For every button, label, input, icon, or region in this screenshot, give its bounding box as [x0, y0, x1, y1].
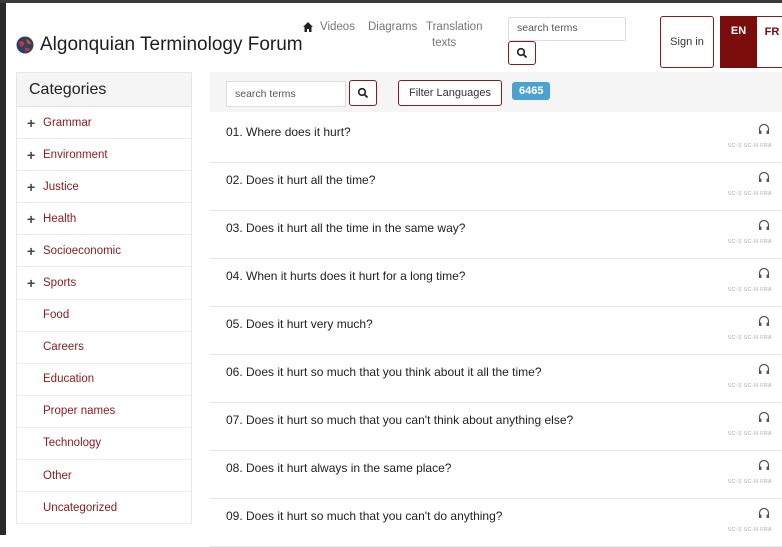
term-list-item[interactable]: 09. Does it hurt so much that you can't …: [210, 499, 782, 547]
sidebar-category-item[interactable]: + Sports: [17, 267, 191, 300]
sidebar-category-item[interactable]: + Grammar: [17, 107, 191, 140]
plus-icon[interactable]: +: [27, 147, 39, 163]
term-language-codes: SC-S SC-N FRA: [727, 143, 772, 149]
term-text[interactable]: 03. Does it hurt all the time in the sam…: [226, 221, 465, 235]
language-en-button[interactable]: EN: [720, 16, 757, 68]
plus-icon[interactable]: +: [27, 275, 39, 291]
sign-in-button[interactable]: Sign in: [660, 16, 714, 68]
headphones-icon[interactable]: [758, 459, 770, 471]
term-list-item[interactable]: 08. Does it hurt always in the same plac…: [210, 451, 782, 499]
sidebar-category-label[interactable]: Food: [43, 309, 69, 321]
site-header: Algonquian Terminology Forum Videos Diag…: [6, 3, 782, 69]
term-language-codes: SC-S SC-N FRA: [727, 287, 772, 293]
headphones-icon[interactable]: [758, 315, 770, 327]
headphones-icon[interactable]: [758, 123, 770, 135]
nav-videos[interactable]: Videos: [320, 21, 355, 33]
header-search-button[interactable]: [508, 41, 536, 65]
term-search-button[interactable]: [349, 80, 377, 106]
term-language-codes: SC-S SC-N FRA: [727, 383, 772, 389]
sidebar-category-item[interactable]: + Justice: [17, 171, 191, 204]
globe-logo-icon[interactable]: [16, 36, 34, 54]
term-list-item[interactable]: 04. When it hurts does it hurt for a lon…: [210, 259, 782, 307]
sidebar-category-label[interactable]: Technology: [43, 437, 101, 449]
headphones-icon[interactable]: [758, 219, 770, 231]
sidebar-category-label[interactable]: Uncategorized: [43, 502, 117, 514]
categories-sidebar: Categories + Grammar + Environment + Justice +…: [16, 72, 192, 525]
nav-translation-texts-line1[interactable]: Translation: [426, 21, 482, 33]
plus-icon[interactable]: +: [27, 243, 39, 259]
headphones-icon[interactable]: [758, 507, 770, 519]
search-icon: [357, 87, 369, 99]
nav-translation-texts-line2[interactable]: texts: [432, 37, 456, 49]
term-text[interactable]: 01. Where does it hurt?: [226, 125, 351, 139]
site-title[interactable]: Algonquian Terminology Forum: [40, 34, 303, 56]
headphones-icon[interactable]: [758, 171, 770, 183]
headphones-icon[interactable]: [758, 411, 770, 423]
term-list-item[interactable]: 03. Does it hurt all the time in the sam…: [210, 211, 782, 259]
sidebar-category-item[interactable]: Uncategorized: [17, 492, 191, 525]
term-text[interactable]: 04. When it hurts does it hurt for a lon…: [226, 269, 465, 283]
term-list-item[interactable]: 02. Does it hurt all the time? SC-S SC-N …: [210, 163, 782, 211]
sidebar-category-label[interactable]: Grammar: [43, 117, 92, 129]
sidebar-category-label[interactable]: Environment: [43, 149, 108, 161]
sidebar-category-label[interactable]: Justice: [43, 181, 79, 193]
term-list-item[interactable]: 01. Where does it hurt? SC-S SC-N FRA: [210, 115, 782, 163]
window-frame-left: [0, 0, 6, 535]
header-search-input[interactable]: search terms: [508, 17, 626, 41]
term-list-item[interactable]: 05. Does it hurt very much? SC-S SC-N FRA: [210, 307, 782, 355]
home-icon[interactable]: [302, 21, 314, 33]
term-text[interactable]: 09. Does it hurt so much that you can't …: [226, 509, 502, 523]
term-language-codes: SC-S SC-N FRA: [727, 335, 772, 341]
term-list-item[interactable]: 07. Does it hurt so much that you can't …: [210, 403, 782, 451]
sidebar-category-item[interactable]: + Environment: [17, 139, 191, 172]
sidebar-title: Categories: [17, 73, 191, 107]
term-language-codes: SC-S SC-N FRA: [727, 431, 772, 437]
sidebar-category-label[interactable]: Health: [43, 213, 76, 225]
sidebar-category-label[interactable]: Other: [43, 470, 72, 482]
sidebar-category-item[interactable]: Proper names: [17, 396, 191, 428]
term-text[interactable]: 07. Does it hurt so much that you can't …: [226, 413, 573, 427]
term-text[interactable]: 05. Does it hurt very much?: [226, 317, 373, 331]
sidebar-category-label[interactable]: Sports: [43, 277, 76, 289]
sidebar-category-label[interactable]: Socioeconomic: [43, 245, 121, 257]
language-fr-button[interactable]: FR: [757, 16, 782, 68]
sidebar-category-item[interactable]: Food: [17, 300, 191, 332]
sidebar-category-item[interactable]: Careers: [17, 332, 191, 364]
headphones-icon[interactable]: [758, 363, 770, 375]
sidebar-category-label[interactable]: Proper names: [43, 405, 115, 417]
sidebar-category-item[interactable]: + Socioeconomic: [17, 235, 191, 268]
term-search-input[interactable]: search terms: [226, 81, 346, 107]
term-language-codes: SC-S SC-N FRA: [727, 239, 772, 245]
sidebar-category-item[interactable]: Technology: [17, 428, 191, 461]
term-list-item[interactable]: 06. Does it hurt so much that you think …: [210, 355, 782, 403]
term-text[interactable]: 06. Does it hurt so much that you think …: [226, 365, 542, 379]
term-language-codes: SC-S SC-N FRA: [727, 527, 772, 533]
term-list: 01. Where does it hurt? SC-S SC-N FRA 02. …: [210, 115, 782, 547]
sidebar-category-label[interactable]: Careers: [43, 341, 84, 353]
category-list: + Grammar + Environment + Justice + Health + Soci…: [17, 107, 191, 525]
filter-languages-button[interactable]: Filter Languages: [398, 80, 502, 106]
search-icon: [516, 47, 528, 59]
term-text[interactable]: 08. Does it hurt always in the same plac…: [226, 461, 451, 475]
term-count-badge: 6465: [512, 82, 551, 100]
term-text[interactable]: 02. Does it hurt all the time?: [226, 173, 375, 187]
plus-icon[interactable]: +: [27, 211, 39, 227]
plus-icon[interactable]: +: [27, 115, 39, 131]
headphones-icon[interactable]: [758, 267, 770, 279]
plus-icon[interactable]: +: [27, 179, 39, 195]
term-language-codes: SC-S SC-N FRA: [727, 479, 772, 485]
sidebar-category-item[interactable]: Education: [17, 364, 191, 396]
sidebar-category-item[interactable]: + Health: [17, 203, 191, 236]
nav-diagrams[interactable]: Diagrams: [368, 21, 417, 33]
term-toolbar: search terms Filter Languages 6465: [210, 72, 782, 112]
sidebar-category-label[interactable]: Education: [43, 373, 94, 385]
term-language-codes: SC-S SC-N FRA: [727, 191, 772, 197]
sidebar-category-item[interactable]: Other: [17, 460, 191, 493]
